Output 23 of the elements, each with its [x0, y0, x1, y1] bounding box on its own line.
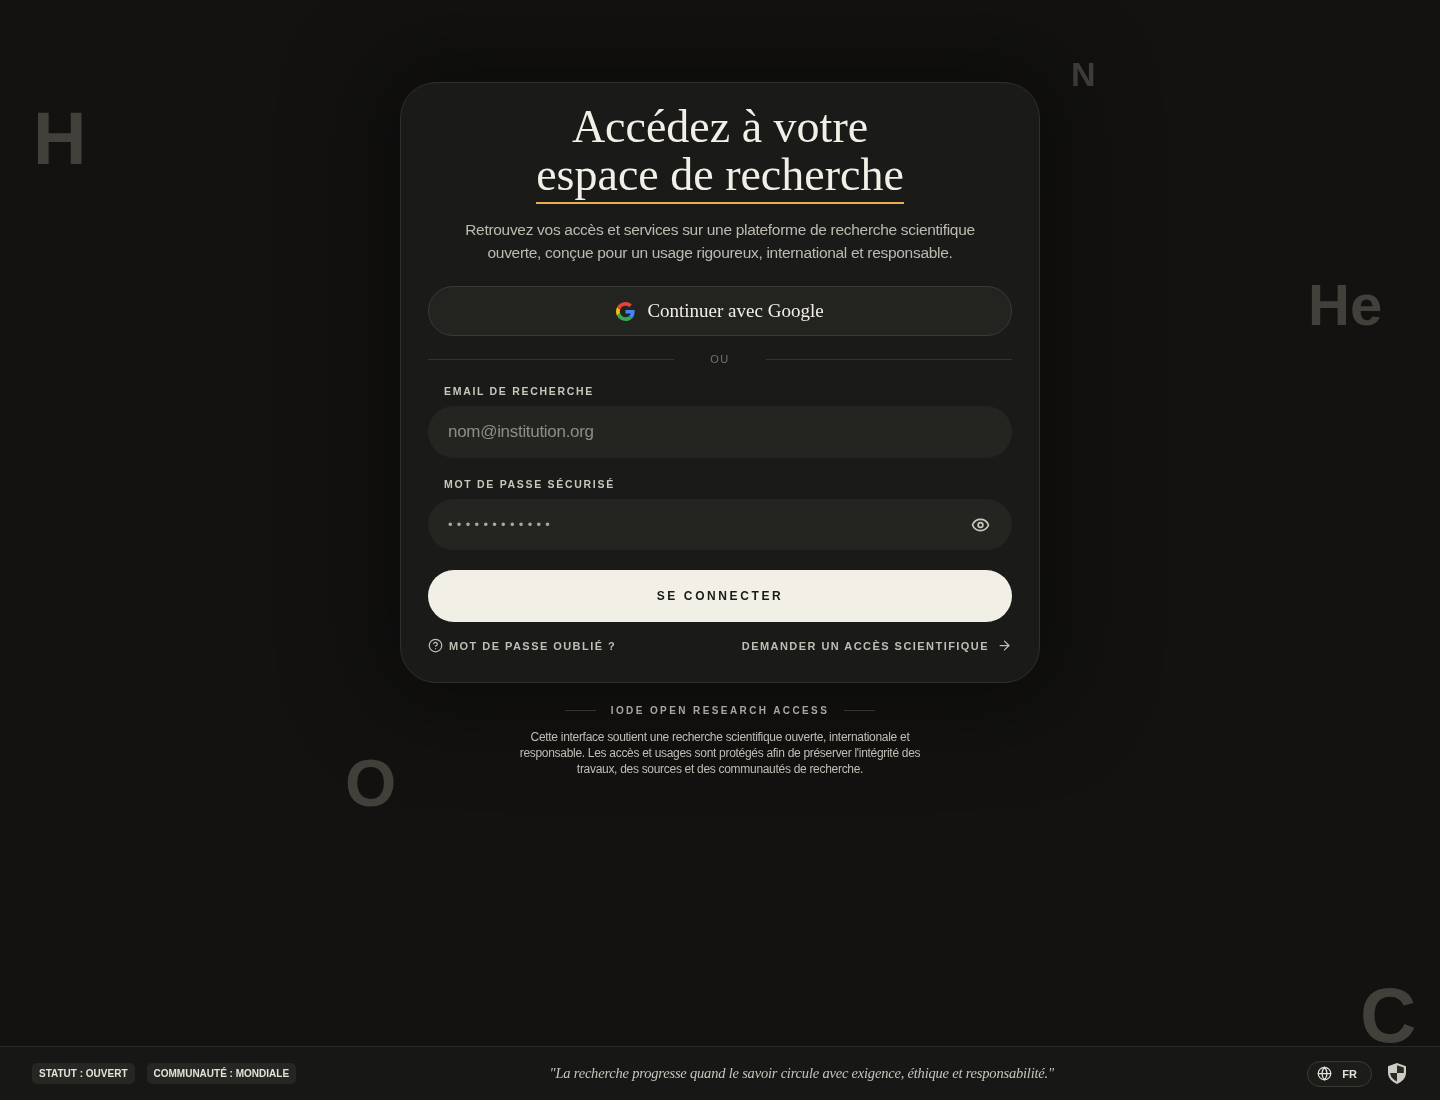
field-label: MOT DE PASSE SÉCURISÉ	[444, 478, 616, 490]
status-tag: COMMUNAUTÉ : MONDIALE	[146, 1063, 297, 1084]
about-text: Cette interface soutient une recherche scientifique ouverte, internationale et responsable. Les accès et usages sont protégés afin de préserver l'intégrité des travaux, des sources et des communautés de recherche.	[518, 729, 922, 777]
request-access-link[interactable]: DEMANDER UN ACCÈS SCIENTIFIQUE	[741, 638, 1012, 653]
sign-in-button[interactable]: SE CONNECTER	[428, 570, 1012, 622]
separator-label: OU	[709, 353, 731, 365]
password-field[interactable]: ••••••••••••	[428, 499, 1012, 550]
google-logo-icon	[616, 301, 636, 321]
card-title-highlight: espace de recherche	[536, 151, 904, 204]
arrow-right-icon	[997, 638, 1012, 653]
language-button[interactable]: FR	[1307, 1060, 1372, 1087]
shield-icon[interactable]	[1388, 1063, 1406, 1084]
forgot-password-link[interactable]: MOT DE PASSE OUBLIÉ ?	[428, 638, 617, 653]
card-title: Accédez à votre	[571, 103, 869, 151]
globe-icon	[1317, 1066, 1333, 1081]
email-field[interactable]: nom@institution.org	[428, 406, 1012, 458]
google-sign-in-button[interactable]: Continuer avec Google	[428, 286, 1012, 336]
card-subtitle: Retrouvez vos accès et services sur une plateforme de recherche scientifique ouverte, conçue pour un usage rigoureux, international et responsable.	[464, 220, 976, 263]
quote-text: "La recherche progresse quand le savoir circule avec exigence, éthique et responsabilité."	[549, 1065, 1054, 1082]
status-tag: STATUT : OUVERT	[32, 1063, 135, 1084]
about-title: IODE OPEN RESEARCH ACCESS	[610, 705, 830, 716]
field-label: EMAIL DE RECHERCHE	[444, 385, 595, 397]
help-icon	[428, 638, 443, 653]
